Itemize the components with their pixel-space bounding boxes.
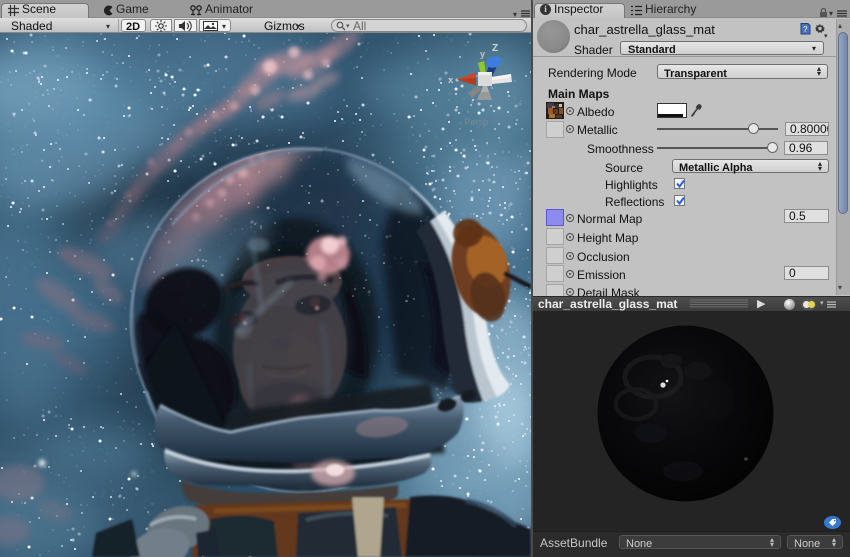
svg-text:?: ? — [803, 25, 808, 34]
svg-text:‹ Persp: ‹ Persp — [459, 117, 488, 127]
svg-text:y: y — [480, 49, 485, 59]
svg-text:x: x — [448, 75, 454, 86]
svg-text:Z: Z — [492, 43, 498, 54]
